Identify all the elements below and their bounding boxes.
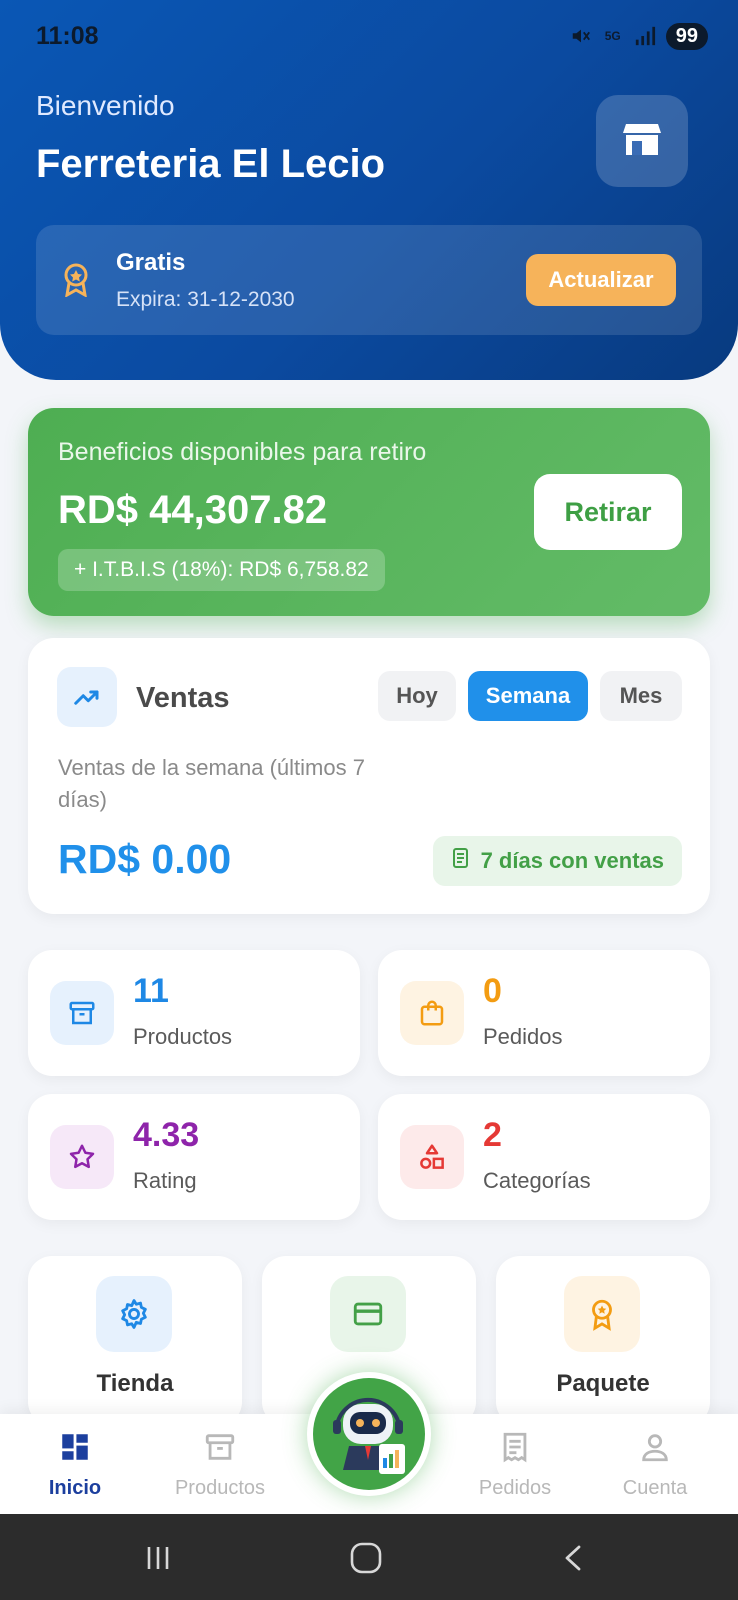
days-with-sales-label: 7 días con ventas	[480, 848, 664, 873]
nav-inicio[interactable]: Inicio	[5, 1430, 145, 1500]
assistant-button[interactable]	[307, 1372, 431, 1496]
star-icon	[50, 1125, 114, 1189]
stat-value: 2	[483, 1116, 502, 1154]
action-paquete[interactable]: Paquete	[496, 1256, 710, 1426]
itbis-badge: + I.T.B.I.S (18%): RD$ 6,758.82	[58, 549, 385, 591]
status-time: 11:08	[36, 21, 99, 50]
tab-semana[interactable]: Semana	[468, 671, 588, 721]
stat-rating[interactable]: 4.33 Rating	[28, 1094, 360, 1220]
dashboard-icon	[58, 1430, 92, 1469]
update-plan-button[interactable]: Actualizar	[526, 254, 676, 306]
sales-period-tabs: Hoy Semana Mes	[378, 671, 682, 721]
nav-cuenta[interactable]: Cuenta	[585, 1430, 725, 1500]
system-nav-bar	[0, 1514, 738, 1600]
mute-icon	[570, 25, 592, 47]
store-name: Ferreteria El Lecio	[36, 142, 386, 186]
shopping-bag-icon	[400, 981, 464, 1045]
action-label: Tienda	[96, 1370, 174, 1397]
status-icons: 5G 99	[570, 22, 708, 50]
action-label: Paquete	[556, 1370, 650, 1397]
tab-hoy[interactable]: Hoy	[378, 671, 456, 721]
benefits-card: Beneficios disponibles para retiro RD$ 4…	[28, 408, 710, 616]
stat-pedidos[interactable]: 0 Pedidos	[378, 950, 710, 1076]
benefits-label: Beneficios disponibles para retiro	[58, 438, 427, 466]
benefits-amount: RD$ 44,307.82	[58, 488, 328, 532]
credit-card-icon	[330, 1276, 406, 1352]
award-icon	[564, 1276, 640, 1352]
action-tienda[interactable]: Tienda	[28, 1256, 242, 1426]
storefront-icon	[622, 121, 662, 162]
tab-mes[interactable]: Mes	[600, 671, 682, 721]
plan-expiration: Expira: 31-12-2030	[116, 288, 295, 311]
stat-label: Rating	[133, 1168, 197, 1193]
stat-productos[interactable]: 11 Productos	[28, 950, 360, 1076]
days-with-sales-badge: 7 días con ventas	[432, 836, 682, 886]
archive-icon	[203, 1430, 237, 1469]
home-icon[interactable]	[346, 1538, 386, 1578]
stat-categorias[interactable]: 2 Categorías	[378, 1094, 710, 1220]
gear-icon	[96, 1276, 172, 1352]
stat-value: 4.33	[133, 1116, 200, 1154]
trending-up-icon	[57, 667, 117, 727]
welcome-text: Bienvenido	[36, 90, 175, 121]
plan-name: Gratis	[116, 249, 186, 276]
back-icon[interactable]	[554, 1538, 594, 1578]
sales-title: Ventas	[136, 682, 230, 714]
battery-indicator: 99	[665, 22, 708, 50]
award-icon	[62, 263, 90, 302]
person-icon	[638, 1430, 672, 1469]
sales-description: Ventas de la semana (últimos 7 días)	[58, 755, 365, 812]
nav-label: Inicio	[48, 1477, 102, 1499]
header: 11:08 5G 99 Bienvenido Ferreteria El Lec…	[0, 0, 738, 380]
sales-amount: RD$ 0.00	[58, 836, 232, 882]
stat-value: 11	[133, 972, 169, 1010]
stat-label: Categorías	[483, 1168, 591, 1193]
stat-label: Pedidos	[483, 1024, 563, 1049]
plan-card: Gratis Expira: 31-12-2030 Actualizar	[36, 225, 702, 335]
stat-label: Productos	[133, 1024, 233, 1049]
shapes-icon	[400, 1125, 464, 1189]
sales-card: Ventas Hoy Semana Mes Ventas de la seman…	[28, 638, 710, 914]
network-type-icon: 5G	[604, 29, 621, 43]
status-bar: 11:08 5G 99	[36, 18, 708, 54]
withdraw-button[interactable]: Retirar	[534, 474, 682, 550]
signal-icon	[634, 25, 656, 47]
recent-apps-icon[interactable]	[138, 1538, 178, 1578]
archive-icon	[50, 981, 114, 1045]
nav-label: Cuenta	[622, 1477, 688, 1499]
nav-productos[interactable]: Productos	[150, 1430, 290, 1500]
receipt-icon	[498, 1430, 532, 1469]
nav-label: Pedidos	[478, 1477, 552, 1499]
nav-pedidos[interactable]: Pedidos	[445, 1430, 585, 1500]
robot-assistant-icon	[313, 1378, 425, 1490]
receipt-icon	[451, 847, 471, 875]
stat-value: 0	[483, 972, 502, 1010]
store-button[interactable]	[596, 95, 688, 187]
nav-label: Productos	[174, 1477, 266, 1499]
